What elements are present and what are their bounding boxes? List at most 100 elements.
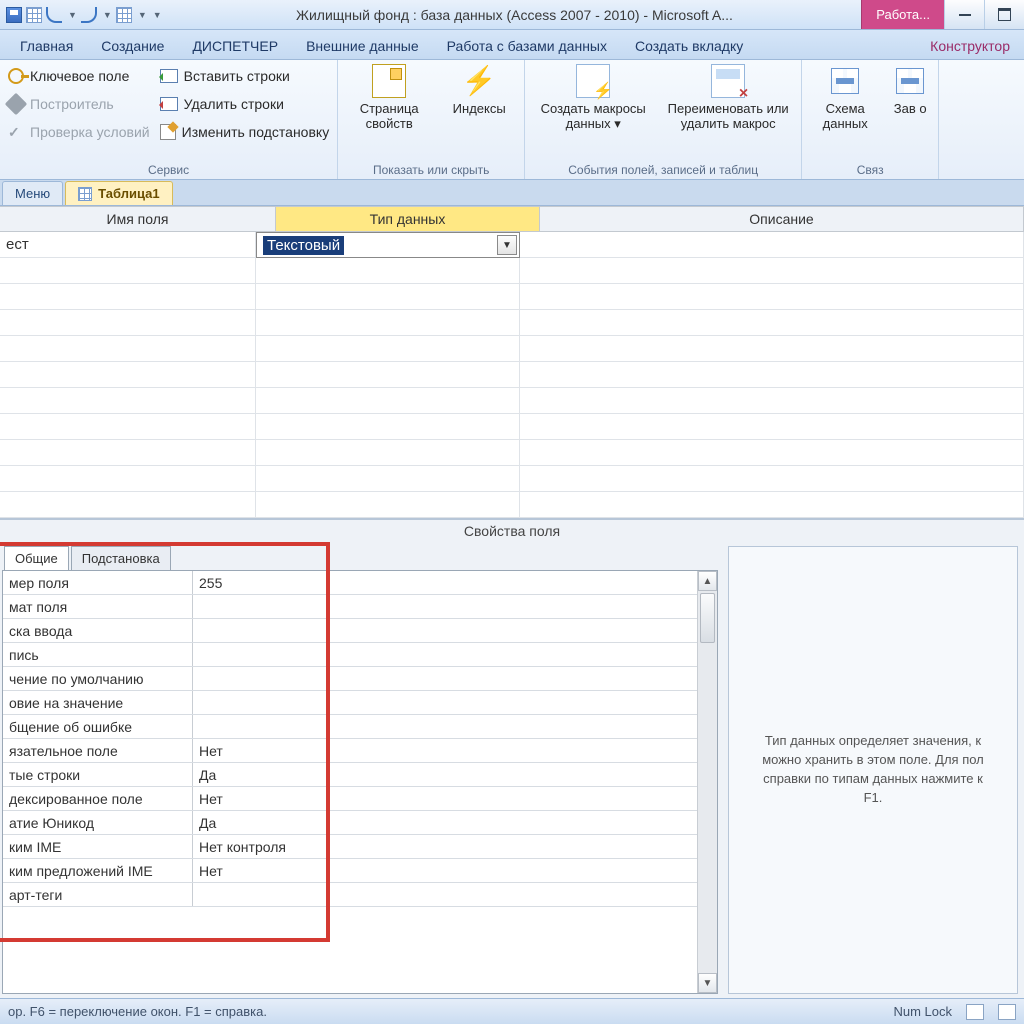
property-row[interactable]: язательное полеНет (3, 739, 697, 763)
grid-row[interactable] (0, 336, 1024, 362)
grid-row[interactable] (0, 388, 1024, 414)
builder-button: Построитель (8, 92, 150, 116)
redo-icon[interactable] (81, 7, 97, 23)
grid-row[interactable]: ест Текстовый ▼ (0, 232, 1024, 258)
ribbon-tab-external[interactable]: Внешние данные (292, 32, 433, 59)
lightning-icon (462, 64, 496, 98)
property-value[interactable] (193, 715, 697, 738)
scroll-thumb[interactable] (700, 593, 715, 643)
wrench-icon (5, 93, 28, 116)
grid-row[interactable] (0, 284, 1024, 310)
property-value[interactable] (193, 595, 697, 618)
create-macros-button[interactable]: Создать макросы данных ▾ (533, 64, 653, 132)
indexes-button[interactable]: Индексы (442, 64, 516, 117)
insert-rows-button[interactable]: Вставить строки (160, 64, 330, 88)
property-row[interactable]: ким предложений IMEНет (3, 859, 697, 883)
minimize-button[interactable] (944, 0, 984, 29)
datasheet-icon[interactable] (116, 7, 132, 23)
primary-key-button[interactable]: Ключевое поле (8, 64, 150, 88)
property-value[interactable] (193, 619, 697, 642)
table-icon (78, 187, 92, 201)
doc-tab-table1[interactable]: Таблица1 (65, 181, 172, 205)
property-value[interactable] (193, 643, 697, 666)
property-row[interactable]: мат поля (3, 595, 697, 619)
save-icon[interactable] (6, 7, 22, 23)
deps-icon (893, 64, 927, 98)
data-type-value: Текстовый (263, 236, 344, 255)
maximize-button[interactable] (984, 0, 1024, 29)
property-value[interactable]: 255 (193, 571, 697, 594)
undo-icon[interactable] (46, 7, 62, 23)
grid-row[interactable] (0, 414, 1024, 440)
modify-lookup-button[interactable]: Изменить подстановку (160, 120, 330, 144)
grid-row[interactable] (0, 258, 1024, 284)
property-value[interactable]: Да (193, 811, 697, 834)
relationships-button[interactable]: Схема данных (810, 64, 880, 132)
property-row[interactable]: бщение об ошибке (3, 715, 697, 739)
property-row[interactable]: мер поля255 (3, 571, 697, 595)
property-value[interactable]: Да (193, 763, 697, 786)
property-row[interactable]: дексированное полеНет (3, 787, 697, 811)
field-properties-left: Общие Подстановка мер поля255мат поляска… (2, 546, 718, 994)
property-value[interactable] (193, 667, 697, 690)
property-value[interactable]: Нет (193, 787, 697, 810)
view-design-icon[interactable] (998, 1004, 1016, 1020)
property-row[interactable]: пись (3, 643, 697, 667)
header-field-name[interactable]: Имя поля (0, 206, 276, 232)
rename-macro-button[interactable]: Переименовать или удалить макрос (663, 64, 793, 132)
doc-tab-menu[interactable]: Меню (2, 181, 63, 205)
property-value[interactable]: Нет (193, 739, 697, 762)
header-data-type[interactable]: Тип данных (276, 206, 540, 232)
property-tab-general[interactable]: Общие (4, 546, 69, 571)
property-value[interactable] (193, 691, 697, 714)
data-type-cell[interactable]: Текстовый ▼ (256, 232, 520, 258)
dependencies-label: Зав о (894, 102, 927, 117)
ribbon-tab-create[interactable]: Создание (87, 32, 178, 59)
property-row[interactable]: атие ЮникодДа (3, 811, 697, 835)
paste-icon[interactable] (26, 7, 42, 23)
view-datasheet-icon[interactable] (966, 1004, 984, 1020)
data-type-dropdown-icon[interactable]: ▼ (497, 235, 517, 255)
property-value[interactable]: Нет (193, 859, 697, 882)
grid-row[interactable] (0, 362, 1024, 388)
property-row[interactable]: тые строкиДа (3, 763, 697, 787)
description-cell[interactable] (520, 232, 1024, 258)
edit-icon (160, 124, 176, 140)
view-dropdown-icon[interactable]: ▼ (138, 10, 147, 20)
grid-row[interactable] (0, 466, 1024, 492)
property-sheet-button[interactable]: Страница свойств (346, 64, 432, 132)
grid-row[interactable] (0, 440, 1024, 466)
property-row[interactable]: ким IMEНет контроля (3, 835, 697, 859)
property-row[interactable]: чение по умолчанию (3, 667, 697, 691)
undo-dropdown-icon[interactable]: ▼ (68, 10, 77, 20)
property-row[interactable]: ска ввода (3, 619, 697, 643)
title-bar: ▼ ▼ ▼ ▼ Жилищный фонд : база данных (Acc… (0, 0, 1024, 30)
property-value[interactable] (193, 883, 697, 906)
header-description[interactable]: Описание (540, 206, 1024, 232)
ribbon-tab-newtab[interactable]: Создать вкладку (621, 32, 757, 59)
property-row[interactable]: овие на значение (3, 691, 697, 715)
property-scrollbar[interactable]: ▲ ▼ (697, 571, 717, 993)
ribbon-tab-home[interactable]: Главная (6, 32, 87, 59)
redo-dropdown-icon[interactable]: ▼ (103, 10, 112, 20)
qat-customize-icon[interactable]: ▼ (153, 10, 162, 20)
contextual-tab-label[interactable]: Работа... (861, 0, 944, 29)
delete-rows-button[interactable]: Удалить строки (160, 92, 330, 116)
property-tab-lookup[interactable]: Подстановка (71, 546, 171, 571)
status-bar: ор. F6 = переключение окон. F1 = справка… (0, 998, 1024, 1024)
scroll-track[interactable] (698, 591, 717, 973)
property-row[interactable]: арт-теги (3, 883, 697, 907)
scroll-up-icon[interactable]: ▲ (698, 571, 717, 591)
property-value[interactable]: Нет контроля (193, 835, 697, 858)
scroll-down-icon[interactable]: ▼ (698, 973, 717, 993)
dependencies-button[interactable]: Зав о (890, 64, 930, 117)
ribbon-tab-dbtools[interactable]: Работа с базами данных (433, 32, 621, 59)
ribbon-group-show-label: Показать или скрыть (346, 161, 516, 177)
ribbon-tab-design[interactable]: Конструктор (916, 32, 1024, 59)
schema-icon (828, 64, 862, 98)
ribbon-tab-dispatcher[interactable]: ДИСПЕТЧЕР (178, 32, 292, 59)
grid-row[interactable] (0, 310, 1024, 336)
ribbon-group-tools-label: Сервис (8, 161, 329, 177)
field-name-cell[interactable]: ест (0, 232, 256, 258)
grid-row[interactable] (0, 492, 1024, 518)
